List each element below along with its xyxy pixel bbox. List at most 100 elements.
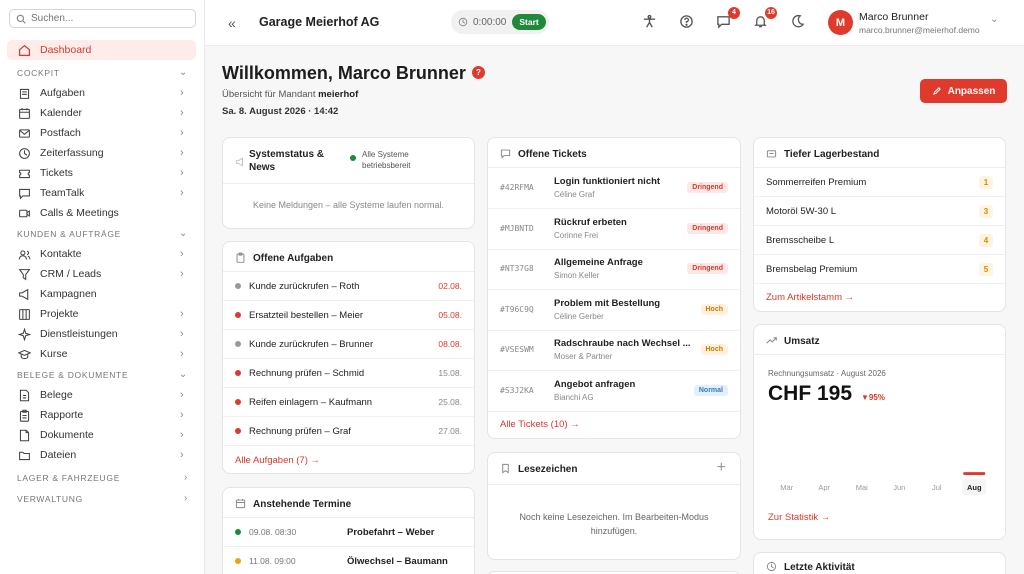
section-verwaltung[interactable]: VERWALTUNG › — [0, 488, 204, 509]
all-tickets-link[interactable]: Alle Tickets (10) → — [500, 419, 580, 430]
priority-badge: Normal — [693, 384, 728, 396]
accessibility-icon[interactable] — [642, 14, 658, 30]
sidebar-item-dashboard[interactable]: Dashboard — [7, 40, 196, 60]
collapse-sidebar-icon[interactable]: « — [228, 15, 236, 31]
stock-row[interactable]: Bremsscheibe L 4 — [754, 226, 1005, 255]
chart-tick-label: Aug — [967, 483, 982, 492]
sidebar-item-aufgaben[interactable]: Aufgaben › — [0, 83, 204, 103]
avatar[interactable]: M — [828, 10, 853, 35]
task-due-date: 25.08. — [438, 397, 462, 407]
priority-badge: Hoch — [700, 303, 728, 315]
revenue-change: ▼95% — [861, 393, 885, 402]
task-row[interactable]: Rechnung prüfen – Graf 27.08. — [223, 417, 474, 446]
appointment-row[interactable]: 11.08. 09:00 Ölwechsel – Baumann — [223, 547, 474, 574]
sidebar-item-label: Kampagnen — [40, 288, 97, 300]
sidebar-item-tickets[interactable]: Tickets › — [0, 163, 204, 183]
sidebar-item-dokumente[interactable]: Dokumente › — [0, 425, 204, 445]
sidebar-item-kampagnen[interactable]: Kampagnen — [0, 284, 204, 304]
sidebar-item-dienstleistungen[interactable]: Dienstleistungen › — [0, 324, 204, 344]
notifications-badge: 16 — [765, 7, 777, 19]
article-master-link[interactable]: Zum Artikelstamm → — [766, 292, 854, 303]
customize-button[interactable]: Anpassen — [920, 79, 1007, 103]
help-icon[interactable] — [679, 14, 695, 30]
chevron-down-icon[interactable]: ⌄ — [990, 14, 998, 25]
sidebar-item-belege[interactable]: Belege › — [0, 385, 204, 405]
search-box[interactable] — [9, 9, 196, 28]
kontakte-icon — [17, 247, 31, 261]
home-icon — [17, 43, 31, 57]
sidebar-item-label: Rapporte — [40, 409, 84, 421]
section-label: LAGER & FAHRZEUGE — [17, 472, 121, 483]
card-title: Tiefer Lagerbestand — [784, 148, 880, 160]
ticket-row[interactable]: #42RFMA Login funktioniert nicht Céline Gr… — [488, 168, 740, 209]
task-row[interactable]: Rechnung prüfen – Schmid 15.08. — [223, 359, 474, 388]
search-input[interactable] — [31, 13, 181, 24]
open-tasks-card: Offene Aufgaben Kunde zurückrufen – Roth… — [222, 241, 475, 474]
section-lager[interactable]: LAGER & FAHRZEUGE › — [0, 467, 204, 488]
add-bookmark-plus-icon[interactable]: + — [717, 459, 726, 477]
help-dot-icon[interactable]: ? — [471, 65, 485, 79]
task-label: Rechnung prüfen – Graf — [249, 425, 351, 437]
task-row[interactable]: Kunde zurückrufen – Brunner 08.08. — [223, 330, 474, 359]
chat-icon — [500, 148, 512, 160]
stock-row[interactable]: Sommerreifen Premium 1 — [754, 168, 1005, 197]
bell-icon[interactable]: 16 — [753, 7, 777, 30]
task-due-date: 02.08. — [438, 281, 462, 291]
card-header: Letzte Aktivität — [766, 561, 855, 573]
ticket-row[interactable]: #T96C9Q Problem mit Bestellung Céline Gerb… — [488, 290, 740, 331]
page-subtitle: Übersicht für Mandant meierhof — [222, 89, 358, 100]
start-timer-button[interactable]: Start — [512, 14, 546, 30]
section-cockpit[interactable]: COCKPIT ⌄ — [0, 62, 204, 83]
sidebar-item-projekte[interactable]: Projekte › — [0, 304, 204, 324]
dark-mode-moon-icon[interactable] — [790, 14, 806, 30]
user-name[interactable]: Marco Brunner — [859, 11, 928, 23]
task-row[interactable]: Kunde zurückrufen – Roth 02.08. — [223, 272, 474, 301]
empty-message: Noch keine Lesezeichen. Im Bearbeiten-Mo… — [519, 512, 709, 536]
kurse-icon — [17, 347, 31, 361]
ticket-row[interactable]: #NT37G8 Allgemeine Anfrage Simon Keller Dri… — [488, 249, 740, 290]
all-tasks-link[interactable]: Alle Aufgaben (7) → — [235, 455, 320, 466]
sidebar-item-dateien[interactable]: Dateien › — [0, 445, 204, 465]
company-name: Garage Meierhof AG — [259, 15, 380, 29]
chevron-right-icon: › — [180, 107, 184, 119]
chevron-right-icon: › — [180, 147, 184, 159]
ticket-row[interactable]: #VSESWM Radschraube nach Wechsel ... Moser… — [488, 330, 740, 371]
task-row[interactable]: Reifen einlagern – Kaufmann 25.08. — [223, 388, 474, 417]
aufgaben-icon — [17, 86, 31, 100]
subtitle-prefix: Übersicht für Mandant — [222, 89, 316, 100]
ticket-subject: Rückruf erbeten — [554, 216, 627, 228]
section-kunden[interactable]: KUNDEN & AUFTRÄGE ⌄ — [0, 223, 204, 244]
section-belege[interactable]: BELEGE & DOKUMENTE ⌄ — [0, 364, 204, 385]
messages-icon[interactable]: 4 — [716, 7, 740, 30]
sidebar-item-zeiterfassung[interactable]: Zeiterfassung › — [0, 143, 204, 163]
chart-bar[interactable] — [963, 472, 986, 475]
sidebar-item-label: Dashboard — [40, 44, 92, 56]
sidebar-item-kontakte[interactable]: Kontakte › — [0, 244, 204, 264]
sidebar-item-crm-leads[interactable]: CRM / Leads › — [0, 264, 204, 284]
priority-dot — [235, 428, 241, 434]
appointment-row[interactable]: 09.08. 08:30 Probefahrt – Weber — [223, 518, 474, 547]
appointments-card: Anstehende Termine 09.08. 08:30 Probefahr… — [222, 487, 475, 574]
system-status-card: Systemstatus & News Alle Systeme betrieb… — [222, 137, 475, 229]
ticket-subject: Problem mit Bestellung — [554, 297, 661, 309]
kalender-icon — [17, 106, 31, 120]
sidebar-item-rapporte[interactable]: Rapporte › — [0, 405, 204, 425]
sidebar-item-kalender[interactable]: Kalender › — [0, 103, 204, 123]
stock-row[interactable]: Motoröl 5W-30 L 3 — [754, 197, 1005, 226]
stock-row[interactable]: Bremsbelag Premium 5 — [754, 255, 1005, 284]
ticket-row[interactable]: #MJBNTD Rückruf erbeten Corinne Frei Dringe… — [488, 209, 740, 250]
card-title: Letzte Aktivität — [784, 561, 855, 573]
task-row[interactable]: Ersatzteil bestellen – Meier 05.08. — [223, 301, 474, 330]
card-title: Umsatz — [784, 335, 820, 347]
sidebar-item-label: Projekte — [40, 308, 79, 320]
sidebar-item-postfach[interactable]: Postfach › — [0, 123, 204, 143]
sidebar-item-kurse[interactable]: Kurse › — [0, 344, 204, 364]
statistics-link[interactable]: Zur Statistik → — [768, 512, 830, 523]
chevron-right-icon: › — [180, 449, 184, 461]
priority-badge: Dringend — [687, 182, 728, 193]
sidebar-item-calls-meetings[interactable]: Calls & Meetings — [0, 203, 204, 223]
ticket-row[interactable]: #S3J2KA Angebot anfragen Bianchi AG Normal — [488, 371, 740, 412]
revenue-caption: Rechnungsumsatz · August 2026 — [768, 369, 886, 378]
sidebar-item-teamtalk[interactable]: TeamTalk › — [0, 183, 204, 203]
revenue-amount: CHF 195 — [768, 382, 853, 405]
